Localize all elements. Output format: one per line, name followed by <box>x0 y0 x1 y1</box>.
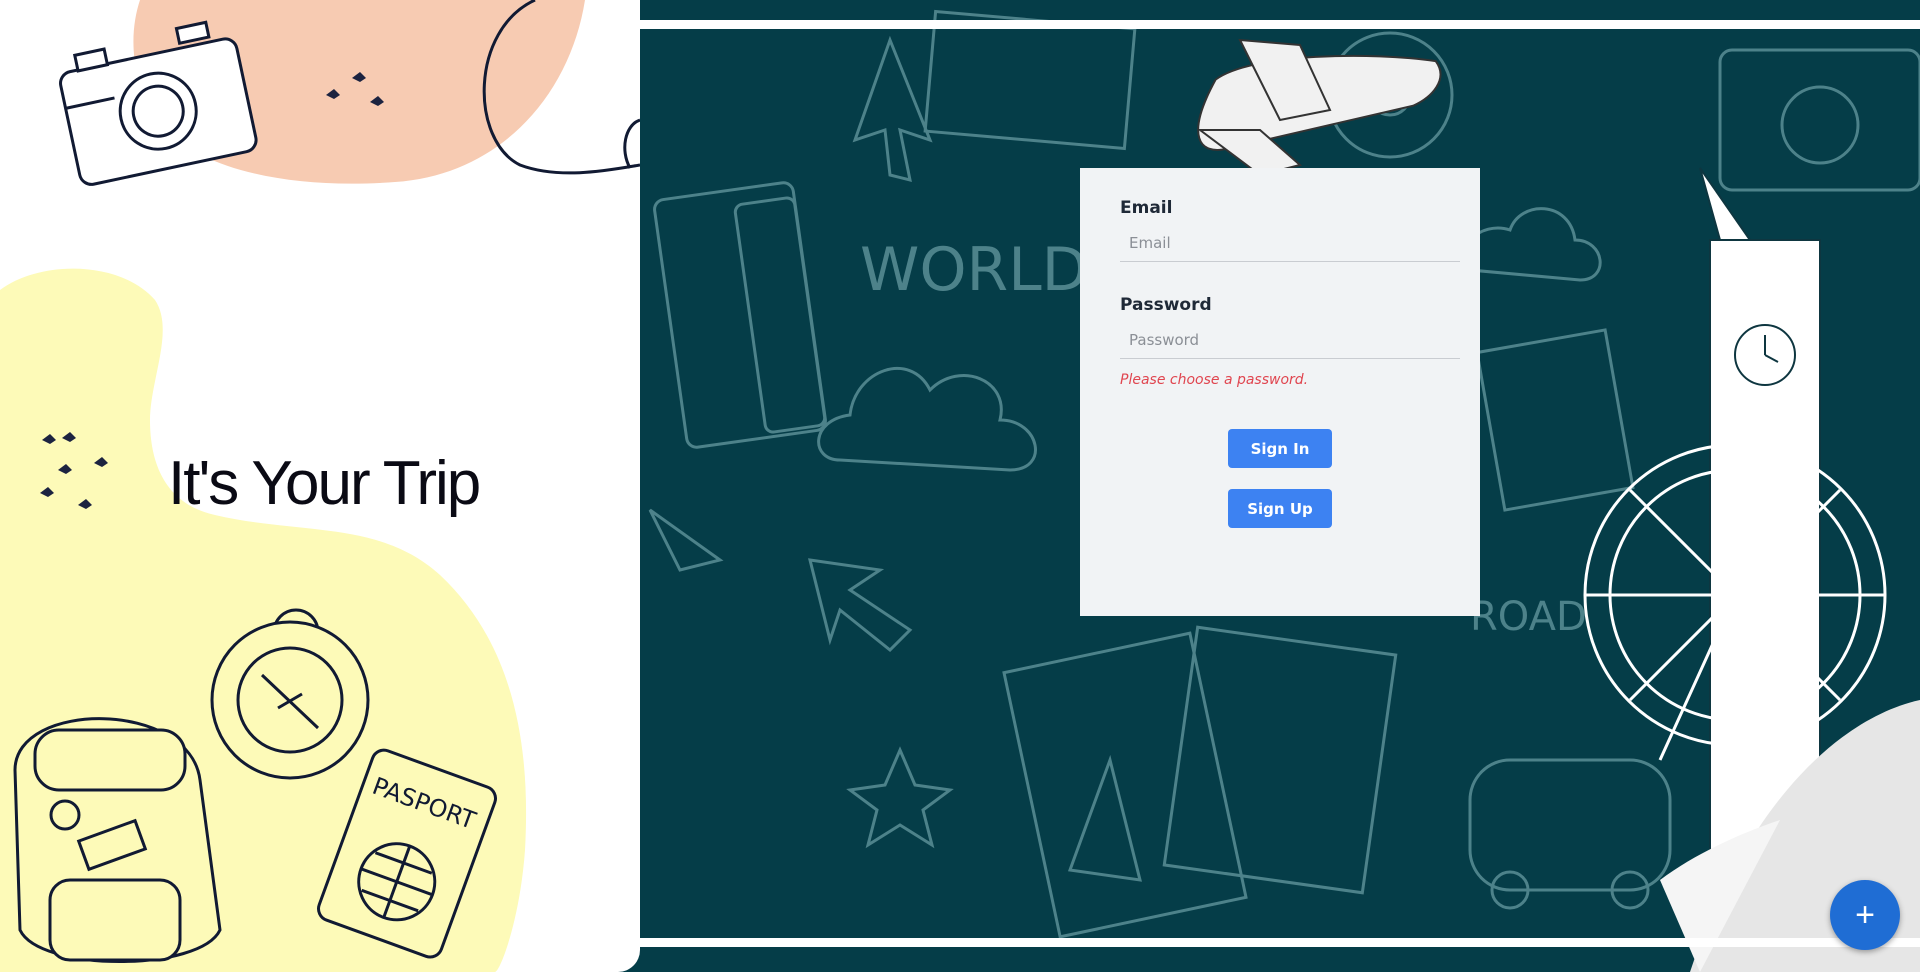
login-form: Email Password Please choose a password.… <box>1080 168 1480 616</box>
road-doodle-text: ROAD <box>1470 594 1587 640</box>
car-doodle <box>1468 758 1672 892</box>
white-stripe-bottom <box>640 938 1920 947</box>
london-eye-illustration <box>1583 443 1887 761</box>
arrow-doodle <box>808 558 913 653</box>
postcard-doodle <box>1162 625 1398 895</box>
plus-icon: + <box>1855 896 1875 934</box>
postcard-doodle <box>923 9 1137 151</box>
arrow-doodle <box>852 35 933 183</box>
sign-up-button[interactable]: Sign Up <box>1228 489 1332 528</box>
add-fab-button[interactable]: + <box>1830 880 1900 950</box>
cloud-doodle <box>1462 207 1602 282</box>
camera-doodle <box>1718 48 1920 192</box>
arrow-doodle <box>648 508 724 572</box>
password-label: Password <box>1120 295 1212 315</box>
world-doodle-text: WORLD <box>860 235 1088 305</box>
password-field[interactable] <box>1120 325 1460 359</box>
email-label: Email <box>1120 198 1173 218</box>
password-error-message: Please choose a password. <box>1120 372 1309 388</box>
star-doodle <box>846 746 954 849</box>
postcard-doodle <box>1002 631 1248 939</box>
left-hero-panel: PASPORT It's Your Trip <box>0 0 640 972</box>
hero-title: It's Your Trip <box>168 449 481 518</box>
backpack-icon <box>13 717 222 963</box>
suitcase-doodle <box>653 181 827 449</box>
email-field[interactable] <box>1120 228 1460 262</box>
cloud-doodle <box>817 366 1037 472</box>
sign-in-button[interactable]: Sign In <box>1228 429 1332 468</box>
white-stripe-top <box>640 20 1920 29</box>
